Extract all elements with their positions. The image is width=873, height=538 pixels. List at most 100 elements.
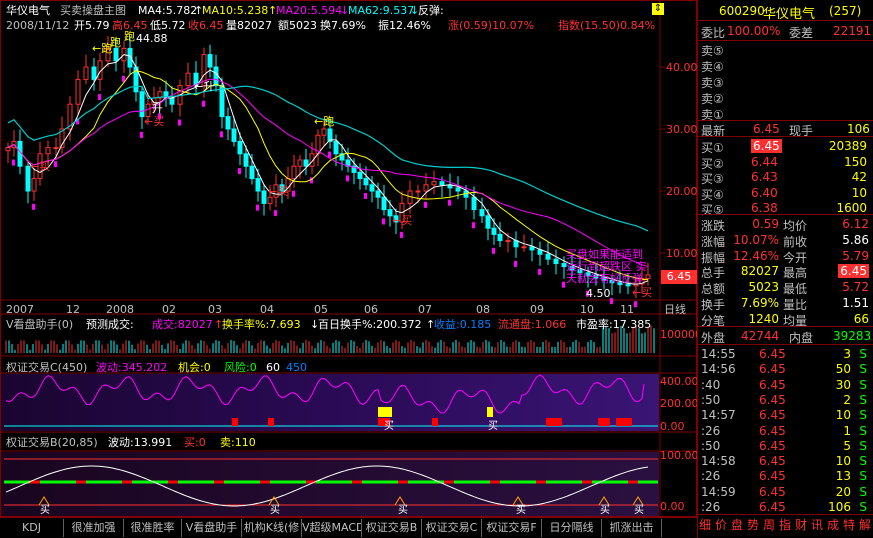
tab-v-helper[interactable]: V看盘助手 [182, 519, 242, 537]
tick-time: :50 [701, 392, 721, 407]
tab-warrant-c[interactable]: 权证交易C [422, 519, 482, 537]
quote-tab[interactable]: 成 [827, 516, 839, 534]
tab-institution-k[interactable]: 机构K线(修 [242, 519, 302, 537]
neipan-value: 39283 [833, 329, 872, 343]
candle-body [505, 240, 511, 243]
stat-value: 0.59 [752, 217, 779, 231]
indc-title[interactable]: 权证交易C(450) [6, 361, 87, 374]
tick-volume: 2 [843, 392, 851, 407]
weicha-label: 委差 [789, 26, 814, 40]
bid-price[interactable]: 6.45 [751, 139, 782, 153]
indc-chance-block [378, 407, 392, 417]
bid-price[interactable]: 6.44 [751, 155, 778, 169]
vol-axis: 100000 [660, 328, 702, 341]
tab-accurate-plus[interactable]: 很准加强 [64, 519, 124, 537]
tick-side: S [859, 347, 867, 361]
quote-tab[interactable]: 指 [779, 516, 791, 534]
indc-block [616, 418, 632, 426]
quote-tab[interactable]: 周 [763, 516, 775, 534]
bar-change: 涨(0.59)10.07% [448, 19, 535, 32]
indc-axis: 200.00 [660, 397, 699, 410]
quote-tab[interactable]: 解 [859, 516, 871, 534]
tab-kdj[interactable]: KDJ [0, 519, 64, 537]
quote-panel: 600290 华仪电气 (257) 委比 100.00% 委差 22191 卖⑤… [697, 0, 873, 538]
stat-value: 5023 [748, 280, 779, 295]
tab-warrant-f[interactable]: 权证交易F [482, 519, 542, 537]
tick-price: 6.45 [759, 454, 786, 469]
candle-body [479, 209, 485, 217]
tab-accurate-win[interactable]: 很准胜率 [124, 519, 182, 537]
indc-risk: 风险:0 [224, 361, 257, 374]
date-tick: 07 [418, 303, 432, 316]
ma4-label: MA4:5.782 [138, 4, 198, 17]
tab-catch-rise[interactable]: 抓涨出击 [602, 519, 662, 537]
weibi-value: 100.00% [727, 24, 781, 38]
quote-tab[interactable]: 财 [795, 516, 807, 534]
quote-tab[interactable]: 特 [843, 516, 855, 534]
tab-day-separator[interactable]: 日分隔线 [542, 519, 602, 537]
price-tick: 40.00 [666, 61, 698, 74]
date-tick: 10 [580, 303, 594, 316]
quote-tab[interactable]: 讯 [811, 516, 823, 534]
stat-value: 1240 [748, 311, 779, 326]
indc-block [268, 418, 274, 426]
candle-body [303, 159, 309, 167]
tab-v-macd[interactable]: V超级MACD [302, 519, 362, 537]
tab-warrant-b[interactable]: 权证交易B [362, 519, 422, 537]
signal-bar [634, 301, 637, 308]
quote-tab[interactable]: 势 [747, 516, 759, 534]
candle-body [243, 153, 249, 167]
indb-title[interactable]: 权证交易B(20,85) [6, 436, 98, 449]
signal-bar [238, 168, 241, 175]
signal-bar [400, 231, 403, 238]
tick-time: 14:59 [701, 484, 736, 499]
candle-body [75, 78, 81, 105]
signal-run: ←跑 [314, 115, 335, 128]
tick-volume: 3 [843, 347, 851, 361]
indb-buy-mark: 买 [270, 505, 280, 516]
period-label[interactable]: 日线 [664, 303, 686, 316]
bid-price[interactable]: 6.40 [751, 186, 778, 200]
candle-body [91, 66, 97, 80]
indb-buy: 买:0 [184, 436, 206, 449]
indb-background [1, 452, 659, 516]
bid-price[interactable]: 6.38 [751, 201, 778, 215]
signal-bar [178, 119, 181, 126]
vol-hundred-turnover: 百日换手%:200.372 [318, 318, 422, 331]
indb-buy-mark: 买 [634, 505, 644, 516]
indc-buy-mark: 买 [384, 421, 394, 432]
candle-body [321, 128, 327, 136]
signal-bar [328, 151, 331, 158]
candle-body [231, 128, 237, 142]
quote-tab[interactable]: 盘 [731, 516, 743, 534]
indc-wave: 波动:345.202 [96, 361, 168, 374]
quote-tab[interactable]: 价 [715, 516, 727, 534]
tick-side: S [859, 484, 867, 499]
quote-tab[interactable]: 细 [699, 516, 711, 534]
signal-bar [448, 199, 451, 206]
candle-body [297, 159, 303, 167]
price-tick: 30.00 [666, 123, 698, 136]
tick-time: 14:55 [701, 347, 736, 361]
indicator-tab-bar: KDJ 很准加强 很准胜率 V看盘助手 机构K线(修 V超级MACD 权证交易B… [0, 517, 697, 538]
signal-rise: ←升 [194, 80, 215, 93]
latest-price: 6.45 [753, 122, 780, 136]
indc-block [598, 418, 610, 426]
tick-side: S [859, 438, 867, 453]
ma20-line [7, 78, 649, 268]
date-tick: 05 [314, 303, 328, 316]
candle-body [249, 165, 255, 180]
candle-body [439, 181, 445, 186]
tick-side: S [859, 469, 867, 484]
stock-name: 华仪电气 [6, 4, 50, 17]
expand-icon[interactable]: ⇕ [652, 3, 664, 15]
signal-bar [12, 159, 15, 166]
tick-time: :26 [701, 423, 721, 438]
chart-mode[interactable]: 买卖操盘主图 [60, 4, 126, 17]
bid-volume: 42 [851, 170, 867, 184]
vol-panel-title[interactable]: V看盘助手(0) [6, 318, 73, 331]
bar-low: 低5.72 [150, 19, 186, 32]
bid-price[interactable]: 6.43 [751, 170, 778, 184]
current-price-tag: 6.45 [661, 270, 697, 284]
signal-bar [472, 222, 475, 229]
